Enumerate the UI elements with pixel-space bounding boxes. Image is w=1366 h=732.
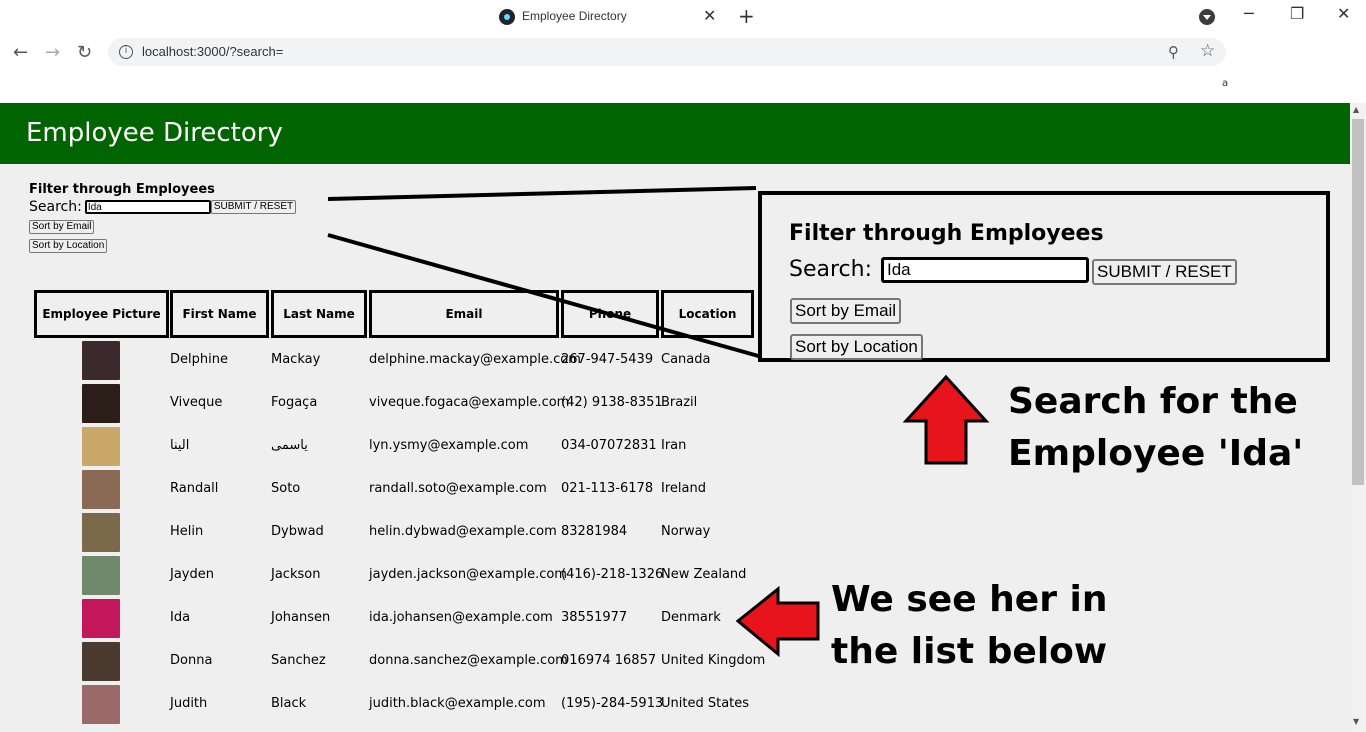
callout-list: We see her in the list below — [831, 574, 1107, 678]
window-close-icon[interactable]: ✕ — [1337, 4, 1350, 23]
browser-navbar: ← → ↻ i localhost:3000/?search= ⚲ ☆ — [0, 34, 1366, 72]
zoomed-submit-button: SUBMIT / RESET — [1092, 259, 1237, 285]
zoomed-search-input: Ida — [881, 257, 1089, 283]
back-arrow-icon[interactable]: ← — [13, 42, 28, 63]
callout-line-top — [327, 186, 757, 201]
zoomed-filter-title: Filter through Employees — [789, 221, 1104, 246]
info-icon[interactable]: i — [119, 45, 133, 59]
zoomed-filter-panel: Filter through Employees Search: Ida SUB… — [758, 191, 1330, 362]
browser-tab[interactable]: Employee Directory ✕ — [487, 0, 727, 34]
forward-arrow-icon[interactable]: → — [45, 42, 60, 63]
bookmark-item[interactable]: a — [1222, 78, 1228, 89]
react-favicon-icon — [499, 9, 515, 25]
tab-title: Employee Directory — [522, 9, 627, 23]
restore-icon[interactable]: ❐ — [1290, 4, 1304, 23]
zoom-icon[interactable]: ⚲ — [1168, 43, 1179, 61]
new-tab-button[interactable]: + — [738, 4, 755, 28]
callout-list-line2: the list below — [831, 631, 1108, 672]
up-arrow-icon — [902, 374, 990, 465]
callout-search: Search for the Employee 'Ida' — [1008, 376, 1303, 480]
address-bar[interactable]: i localhost:3000/?search= ⚲ ☆ — [108, 38, 1226, 66]
profile-menu-icon[interactable] — [1199, 9, 1215, 25]
tab-close-icon[interactable]: ✕ — [703, 6, 716, 25]
url-text[interactable]: localhost:3000/?search= — [142, 44, 283, 59]
scroll-down-icon[interactable]: ▼ — [1353, 717, 1359, 726]
bookmark-bar: a — [0, 72, 1366, 103]
page-viewport: Employee Directory Filter through Employ… — [0, 103, 1350, 732]
bookmark-star-icon[interactable]: ☆ — [1200, 41, 1215, 61]
callout-search-line2: Employee 'Ida' — [1008, 433, 1304, 474]
scroll-up-icon[interactable]: ▲ — [1353, 105, 1359, 114]
minimize-icon[interactable]: ─ — [1244, 4, 1254, 23]
left-arrow-icon — [735, 585, 820, 658]
callout-list-line1: We see her in — [831, 579, 1108, 620]
scroll-thumb[interactable] — [1352, 119, 1364, 485]
callout-line-bottom — [327, 233, 763, 359]
zoomed-sort-email-button: Sort by Email — [790, 298, 902, 324]
callout-search-line1: Search for the — [1008, 381, 1298, 422]
zoomed-search-label: Search: — [789, 257, 872, 282]
page-scrollbar[interactable]: ▲ ▼ — [1350, 103, 1366, 732]
browser-tabstrip: Employee Directory ✕ + ─ ❐ ✕ — [0, 0, 1366, 34]
reload-icon[interactable]: ↻ — [77, 42, 92, 63]
zoomed-sort-location-button: Sort by Location — [790, 334, 923, 360]
